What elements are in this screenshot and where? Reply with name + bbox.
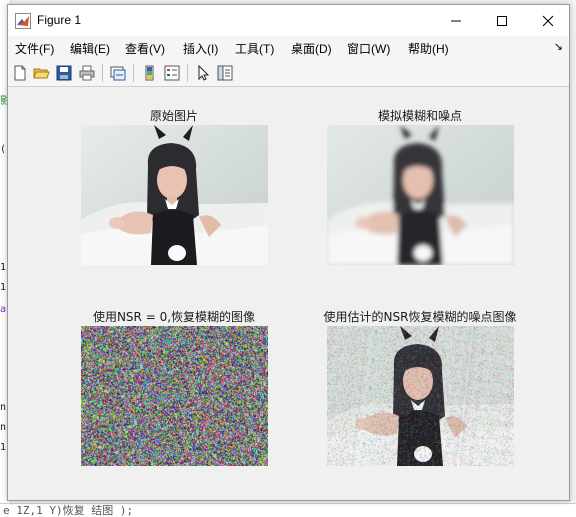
background-code-fragment: ( <box>0 144 7 155</box>
image-blurred-noisy[interactable] <box>327 125 514 265</box>
save-icon[interactable] <box>55 64 73 82</box>
insert-legend-icon[interactable] <box>163 64 181 82</box>
portrait-image-blurred <box>327 125 514 265</box>
background-code-fragment: 1 <box>0 262 7 273</box>
toolbar-separator <box>133 64 134 82</box>
axes-title-nsr-zero: 使用NSR = 0,恢复模糊的图像 <box>92 310 256 324</box>
background-code-fragment: n <box>0 422 7 433</box>
toolbar-separator <box>187 64 188 82</box>
image-restored-nsr-zero[interactable] <box>81 326 268 466</box>
axes-title-estimated-nsr: 使用估计的NSR恢复模糊的噪点图像 <box>323 310 517 324</box>
minimize-icon <box>451 20 461 21</box>
menu-tools[interactable]: 工具(T) <box>235 40 274 57</box>
portrait-image <box>81 125 268 265</box>
background-code-fragment: 1 <box>0 282 7 293</box>
matlab-logo-icon <box>15 13 31 29</box>
axes-title-original: 原始图片 <box>149 109 198 123</box>
figure-window: Figure 1 文件(F) 编辑(E) 查看(V) 插入(I) 工具(T) 桌… <box>7 4 570 501</box>
menu-file[interactable]: 文件(F) <box>15 40 54 57</box>
window-title: Figure 1 <box>37 13 82 27</box>
figure-toolbar <box>8 59 569 87</box>
insert-colorbar-icon[interactable] <box>141 64 159 82</box>
maximize-icon <box>497 15 507 26</box>
axes-title-blurred-noisy: 模拟模糊和噪点 <box>377 109 462 123</box>
menu-help[interactable]: 帮助(H) <box>408 40 449 57</box>
dock-arrow-icon[interactable]: ↘ <box>554 40 563 53</box>
menu-desktop[interactable]: 桌面(D) <box>291 40 332 57</box>
noise-overlay <box>327 326 514 466</box>
background-code-fragment: 1 <box>0 442 7 453</box>
menu-edit[interactable]: 编辑(E) <box>70 40 110 57</box>
background-code-line: e 1Z,1 Y)恢复 结图 ); <box>0 503 576 517</box>
title-bar[interactable]: Figure 1 <box>8 5 569 36</box>
menu-bar: 文件(F) 编辑(E) 查看(V) 插入(I) 工具(T) 桌面(D) 窗口(W… <box>8 36 569 58</box>
background-code-fragment: n <box>0 402 7 413</box>
minimize-button[interactable] <box>433 5 479 36</box>
menu-insert[interactable]: 插入(I) <box>183 40 218 57</box>
print-icon[interactable] <box>78 64 96 82</box>
image-restored-estimated-nsr[interactable] <box>327 326 514 466</box>
maximize-button[interactable] <box>479 5 525 36</box>
figure-canvas[interactable]: 原始图片 模拟模糊和噪点 使用NSR = 0,恢复模糊的图像 使用估计的NSR恢… <box>8 87 569 500</box>
close-icon <box>542 15 554 26</box>
property-editor-icon[interactable] <box>216 64 234 82</box>
image-original[interactable] <box>81 125 268 265</box>
link-plot-icon[interactable] <box>109 64 127 82</box>
menu-window[interactable]: 窗口(W) <box>347 40 390 57</box>
open-file-icon[interactable] <box>32 64 50 82</box>
new-figure-icon[interactable] <box>11 64 29 82</box>
pointer-icon[interactable] <box>194 64 212 82</box>
background-code-fragment: a <box>0 304 7 315</box>
close-button[interactable] <box>525 5 571 36</box>
menu-view[interactable]: 查看(V) <box>125 40 165 57</box>
toolbar-separator <box>102 64 103 82</box>
